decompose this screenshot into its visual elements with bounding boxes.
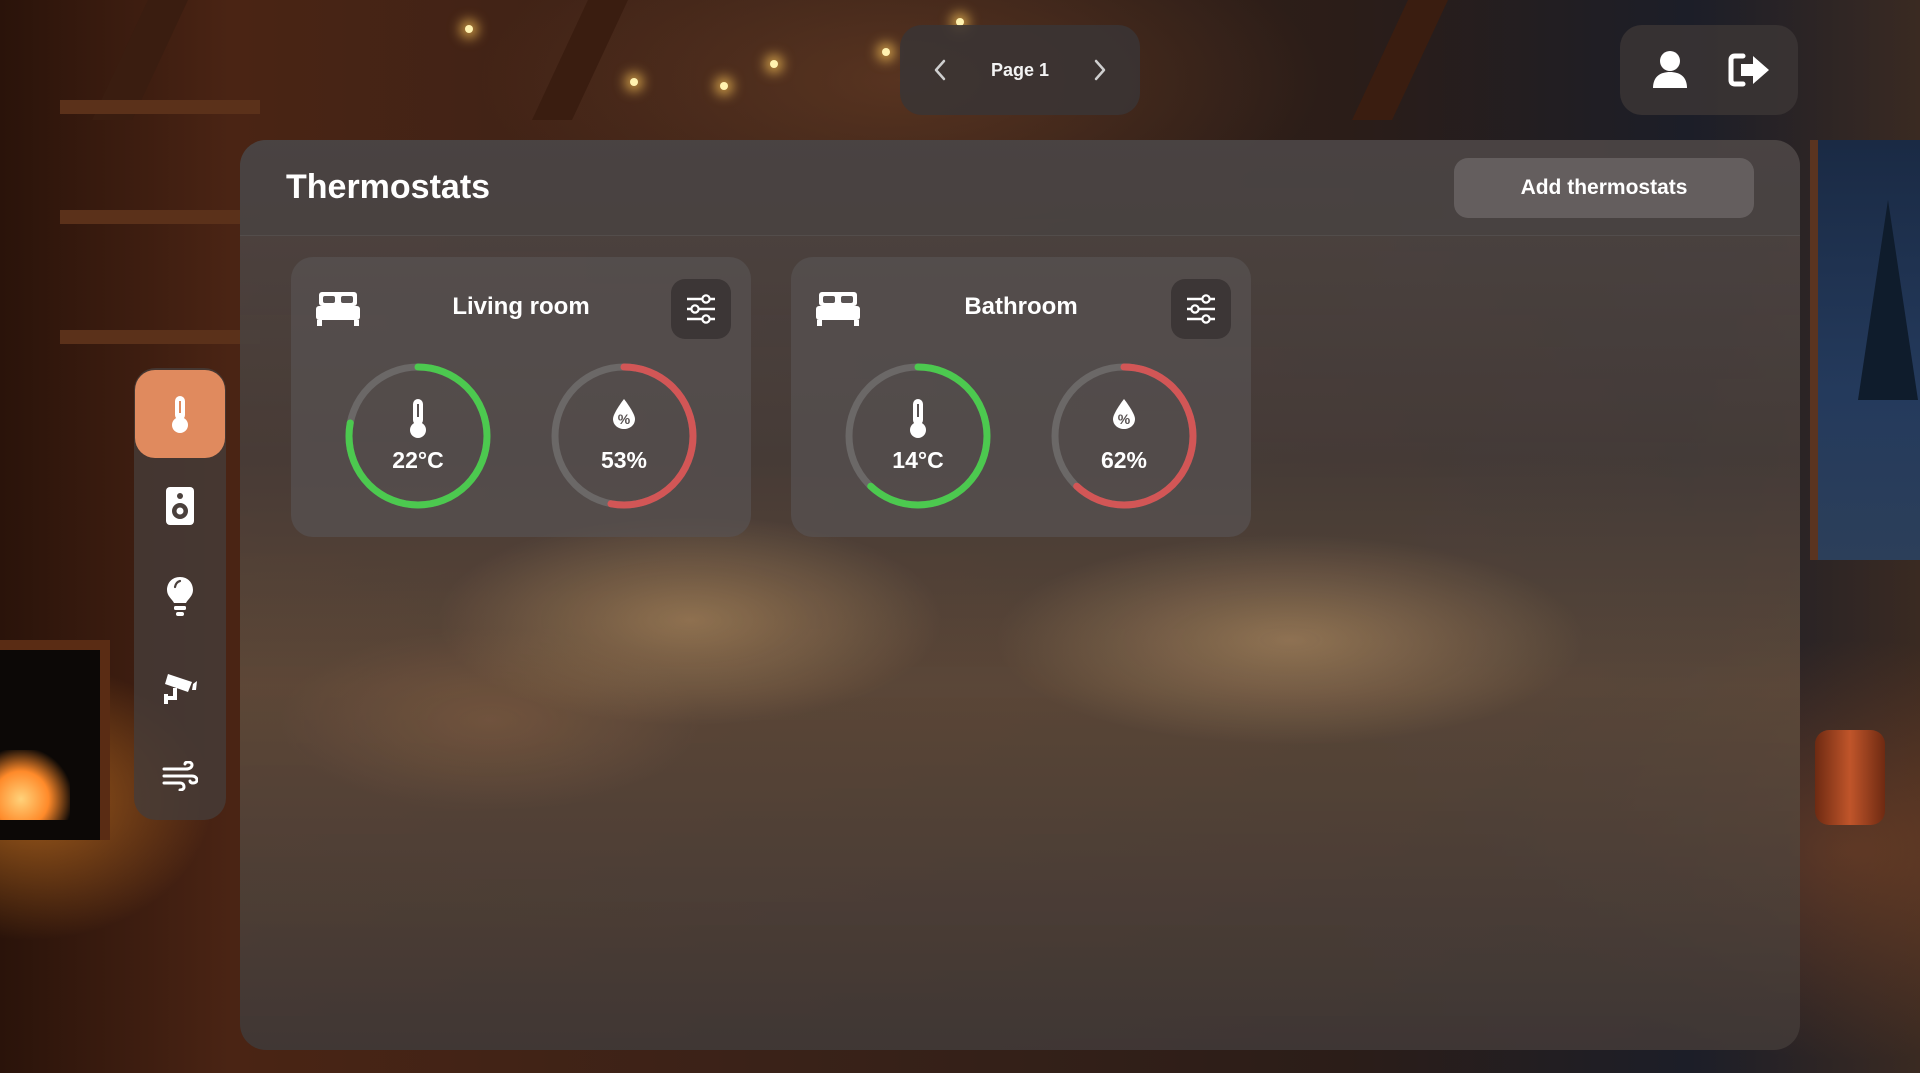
- chevron-left-icon: [934, 59, 946, 81]
- humidity-drop-icon: %: [549, 397, 699, 431]
- string-light: [465, 25, 473, 33]
- page-title: Thermostats: [286, 168, 491, 206]
- background-jar: [1815, 730, 1885, 825]
- temperature-gauge: 22°C: [343, 361, 493, 511]
- temperature-value: 14°C: [892, 447, 944, 473]
- panel-header: Thermostats Add thermostats: [240, 140, 1800, 236]
- temperature-gauge: 14°C: [843, 361, 993, 511]
- humidity-gauge: % 53%: [549, 361, 699, 511]
- profile-button[interactable]: [1643, 43, 1697, 97]
- device-category-rail: [134, 368, 226, 820]
- wind-icon: [162, 761, 198, 791]
- thermometer-icon: [843, 397, 993, 439]
- humidity-gauge: % 62%: [1049, 361, 1199, 511]
- rail-item-lights[interactable]: [135, 554, 225, 638]
- page-label: Page 1: [990, 59, 1050, 80]
- thermometer-icon: [172, 396, 188, 433]
- humidity-ring: [551, 363, 697, 509]
- background-shelf: [60, 100, 260, 114]
- logout-button[interactable]: [1722, 43, 1776, 97]
- rail-item-thermostats[interactable]: [135, 370, 225, 458]
- background-shelf: [60, 330, 260, 344]
- background-beam: [1352, 0, 1448, 120]
- background-fireplace: [0, 640, 110, 840]
- logout-icon: [1728, 53, 1769, 87]
- account-controls: [1620, 25, 1798, 115]
- humidity-drop-icon: %: [1049, 397, 1199, 431]
- svg-text:%: %: [618, 411, 631, 427]
- thermostat-list: Living room 22°C % 53% Bathroom 14°C % 6…: [291, 257, 1251, 537]
- add-thermostats-button[interactable]: Add thermostats: [1454, 157, 1754, 218]
- sliders-icon: [687, 294, 715, 324]
- temperature-value: 22°C: [392, 447, 444, 473]
- string-light: [770, 60, 778, 68]
- background-window: [1810, 140, 1920, 560]
- humidity-value: 62%: [1100, 447, 1148, 473]
- speaker-icon: [166, 487, 194, 525]
- thermostat-card[interactable]: Bathroom 14°C % 62%: [791, 257, 1251, 537]
- security-camera-icon: [164, 674, 197, 704]
- next-page-button[interactable]: [1080, 50, 1120, 90]
- page-navigator: Page 1: [900, 25, 1140, 115]
- thermostats-panel: Thermostats Add thermostats Living room: [240, 140, 1800, 1050]
- svg-text:%: %: [1118, 411, 1131, 427]
- thermostat-settings-button[interactable]: [671, 279, 731, 339]
- thermometer-icon: [343, 397, 493, 439]
- humidity-value: 53%: [600, 447, 648, 473]
- string-light: [630, 78, 638, 86]
- thermostat-settings-button[interactable]: [1171, 279, 1231, 339]
- sliders-icon: [1187, 294, 1215, 324]
- thermostat-card[interactable]: Living room 22°C % 53%: [291, 257, 751, 537]
- user-icon: [1652, 51, 1687, 88]
- rail-item-cameras[interactable]: [135, 644, 225, 728]
- background-beam: [532, 0, 628, 120]
- chevron-right-icon: [1094, 59, 1106, 81]
- previous-page-button[interactable]: [920, 50, 960, 90]
- humidity-ring: [1051, 363, 1197, 509]
- string-light: [882, 48, 890, 56]
- background-shelf: [60, 210, 260, 224]
- rail-item-ventilation[interactable]: [135, 734, 225, 818]
- rail-item-speakers[interactable]: [135, 464, 225, 548]
- string-light: [720, 82, 728, 90]
- lightbulb-icon: [167, 577, 193, 616]
